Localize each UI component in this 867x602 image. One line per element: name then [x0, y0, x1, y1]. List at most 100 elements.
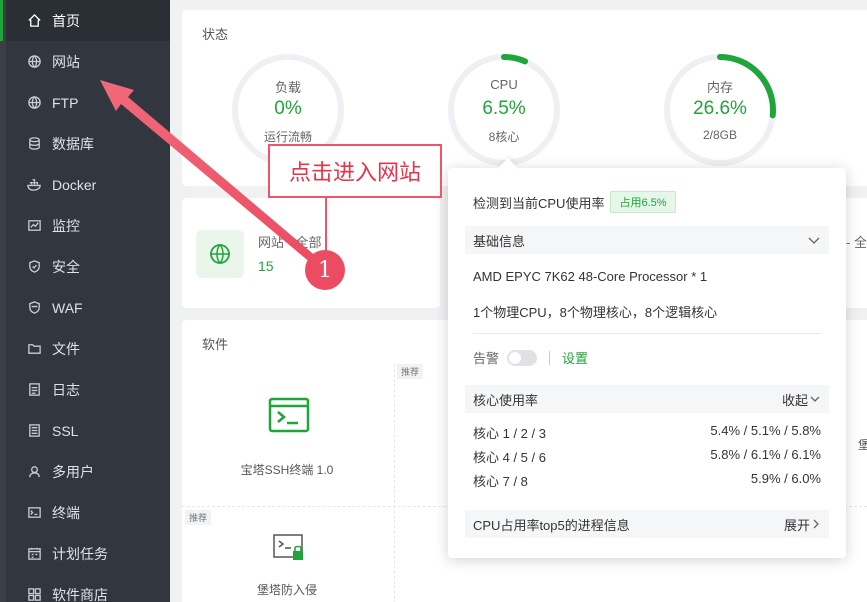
- annotation-callout: 点击进入网站: [268, 144, 442, 198]
- sidebar: 首页 网站 FTP 数据库 Docker 监控 安全 WAF 文件 日志 SSL: [0, 0, 170, 602]
- gauge-label: 内存: [706, 80, 733, 95]
- sidebar-item-files[interactable]: 文件: [6, 328, 170, 369]
- sidebar-item-label: 日志: [52, 381, 80, 398]
- folder-icon: [26, 341, 42, 357]
- sidebar-item-multiuser[interactable]: 多用户: [6, 451, 170, 492]
- ftp-icon: [26, 95, 42, 111]
- cores-description: 1个物理CPU，8个物理核心，8个逻辑核心: [473, 305, 718, 320]
- monitor-icon: [26, 218, 42, 234]
- separator: [549, 350, 551, 365]
- sidebar-item-label: FTP: [52, 94, 79, 111]
- cpu-gauge[interactable]: CPU 6.5% 8核心: [446, 52, 562, 168]
- core-values: 5.4% / 5.1% / 5.8%: [710, 423, 821, 438]
- chevron-down-icon: [808, 233, 820, 248]
- core-usage-section: 核心使用率 收起: [465, 385, 829, 413]
- shield-icon: [26, 259, 42, 275]
- sidebar-item-label: 网站: [52, 53, 80, 70]
- chevron-down-icon: [810, 396, 820, 402]
- globe-icon: [26, 54, 42, 70]
- sidebar-item-label: 首页: [52, 12, 80, 29]
- alarm-toggle[interactable]: [507, 349, 538, 366]
- gauge-label: CPU: [490, 77, 518, 92]
- sidebar-item-docker[interactable]: Docker: [6, 164, 170, 205]
- database-icon: [26, 136, 42, 152]
- gauge-sub: 8核心: [488, 130, 520, 144]
- sidebar-item-ssl[interactable]: SSL: [6, 410, 170, 451]
- docker-icon: [26, 177, 42, 193]
- core-names: 核心 1 / 2 / 3: [473, 426, 546, 441]
- memory-gauge[interactable]: 内存 26.6% 2/8GB: [662, 52, 778, 168]
- gauge-sub: 运行流畅: [263, 130, 312, 144]
- sidebar-item-label: SSL: [52, 422, 79, 439]
- recommend-badge: 推荐: [397, 364, 424, 379]
- ssl-icon: [26, 423, 42, 439]
- sidebar-item-terminal[interactable]: 终端: [6, 492, 170, 533]
- core-values: 5.9% / 6.0%: [750, 471, 821, 486]
- terminal-app-icon[interactable]: [268, 397, 310, 436]
- top5-title: CPU占用率top5的进程信息: [473, 517, 630, 533]
- sidebar-item-waf[interactable]: WAF: [6, 287, 170, 328]
- core-names: 核心 7 / 8: [473, 474, 528, 489]
- sidebar-item-label: 软件商店: [52, 586, 108, 602]
- core-usage-title: 核心使用率: [473, 392, 539, 408]
- gauge-sub: 2/8GB: [702, 128, 738, 142]
- basic-info-section[interactable]: 基础信息: [465, 226, 829, 254]
- users-icon: [26, 464, 42, 480]
- software-item-name[interactable]: 宝塔SSH终端 1.0: [222, 461, 352, 478]
- schedule-icon: [26, 546, 42, 562]
- divider: [473, 333, 821, 334]
- cpu-usage-badge: 占用6.5%: [610, 191, 676, 213]
- core-names: 核心 4 / 5 / 6: [473, 450, 546, 465]
- collapse-button[interactable]: 收起: [782, 390, 820, 409]
- sidebar-item-label: 文件: [52, 340, 80, 357]
- sidebar-item-label: Docker: [52, 176, 97, 193]
- gauge-value: 6.5%: [482, 98, 526, 119]
- website-count[interactable]: 15: [258, 258, 274, 274]
- cpu-details-popover: 检测到当前CPU使用率 占用6.5% 基础信息 AMD EPYC 7K62 48…: [448, 158, 846, 558]
- sidebar-item-label: WAF: [52, 299, 83, 316]
- store-icon: [26, 587, 42, 602]
- expand-label: 展开: [783, 517, 810, 533]
- sidebar-item-label: 数据库: [52, 135, 94, 152]
- intrusion-guard-icon[interactable]: [273, 534, 305, 565]
- software-item-name[interactable]: 堡塔防入侵: [222, 581, 352, 598]
- gauge-value: 26.6%: [693, 98, 747, 119]
- sidebar-item-database[interactable]: 数据库: [6, 123, 170, 164]
- log-icon: [26, 382, 42, 398]
- collapse-label: 收起: [781, 392, 808, 408]
- software-item-partial: 堡: [858, 438, 867, 452]
- website-summary-card[interactable]: 网站 - 全部 15: [182, 198, 440, 308]
- sidebar-item-website[interactable]: 网站: [6, 41, 170, 82]
- sidebar-item-label: 多用户: [52, 463, 94, 480]
- website-summary-label: 网站 - 全部: [258, 235, 322, 250]
- core-usage-row: 核心 1 / 2 / 3 5.4% / 5.1% / 5.8%: [473, 423, 821, 442]
- chevron-right-icon: [813, 519, 819, 529]
- software-title: 软件: [202, 337, 229, 352]
- core-usage-row: 核心 4 / 5 / 6 5.8% / 6.1% / 6.1%: [473, 447, 821, 466]
- gauge-label: 负载: [274, 80, 301, 95]
- sidebar-item-home[interactable]: 首页: [0, 0, 170, 41]
- annotation-step-number: 1: [305, 250, 345, 290]
- annotation-connector: [325, 198, 327, 253]
- sidebar-item-logs[interactable]: 日志: [6, 369, 170, 410]
- home-icon: [26, 13, 42, 29]
- sidebar-item-monitor[interactable]: 监控: [6, 205, 170, 246]
- waf-icon: [26, 300, 42, 316]
- alarm-settings-link[interactable]: 设置: [562, 348, 588, 367]
- alarm-label: 告警: [473, 351, 500, 366]
- alarm-row: 告警 设置: [473, 348, 588, 367]
- basic-info-title: 基础信息: [473, 233, 526, 249]
- grid-divider: [394, 364, 395, 602]
- cpu-usage-heading: 检测到当前CPU使用率: [473, 195, 605, 211]
- sidebar-item-label: 监控: [52, 217, 80, 234]
- terminal-icon: [26, 505, 42, 521]
- sidebar-item-ftp[interactable]: FTP: [6, 82, 170, 123]
- expand-button[interactable]: 展开: [784, 515, 820, 534]
- sidebar-item-schedule[interactable]: 计划任务: [6, 533, 170, 574]
- popover-heading: 检测到当前CPU使用率 占用6.5%: [473, 191, 676, 213]
- core-values: 5.8% / 6.1% / 6.1%: [710, 447, 821, 462]
- sidebar-item-store[interactable]: 软件商店: [6, 574, 170, 602]
- processor-model: AMD EPYC 7K62 48-Core Processor * 1: [473, 269, 708, 284]
- sidebar-item-security[interactable]: 安全: [6, 246, 170, 287]
- status-title: 状态: [202, 27, 229, 42]
